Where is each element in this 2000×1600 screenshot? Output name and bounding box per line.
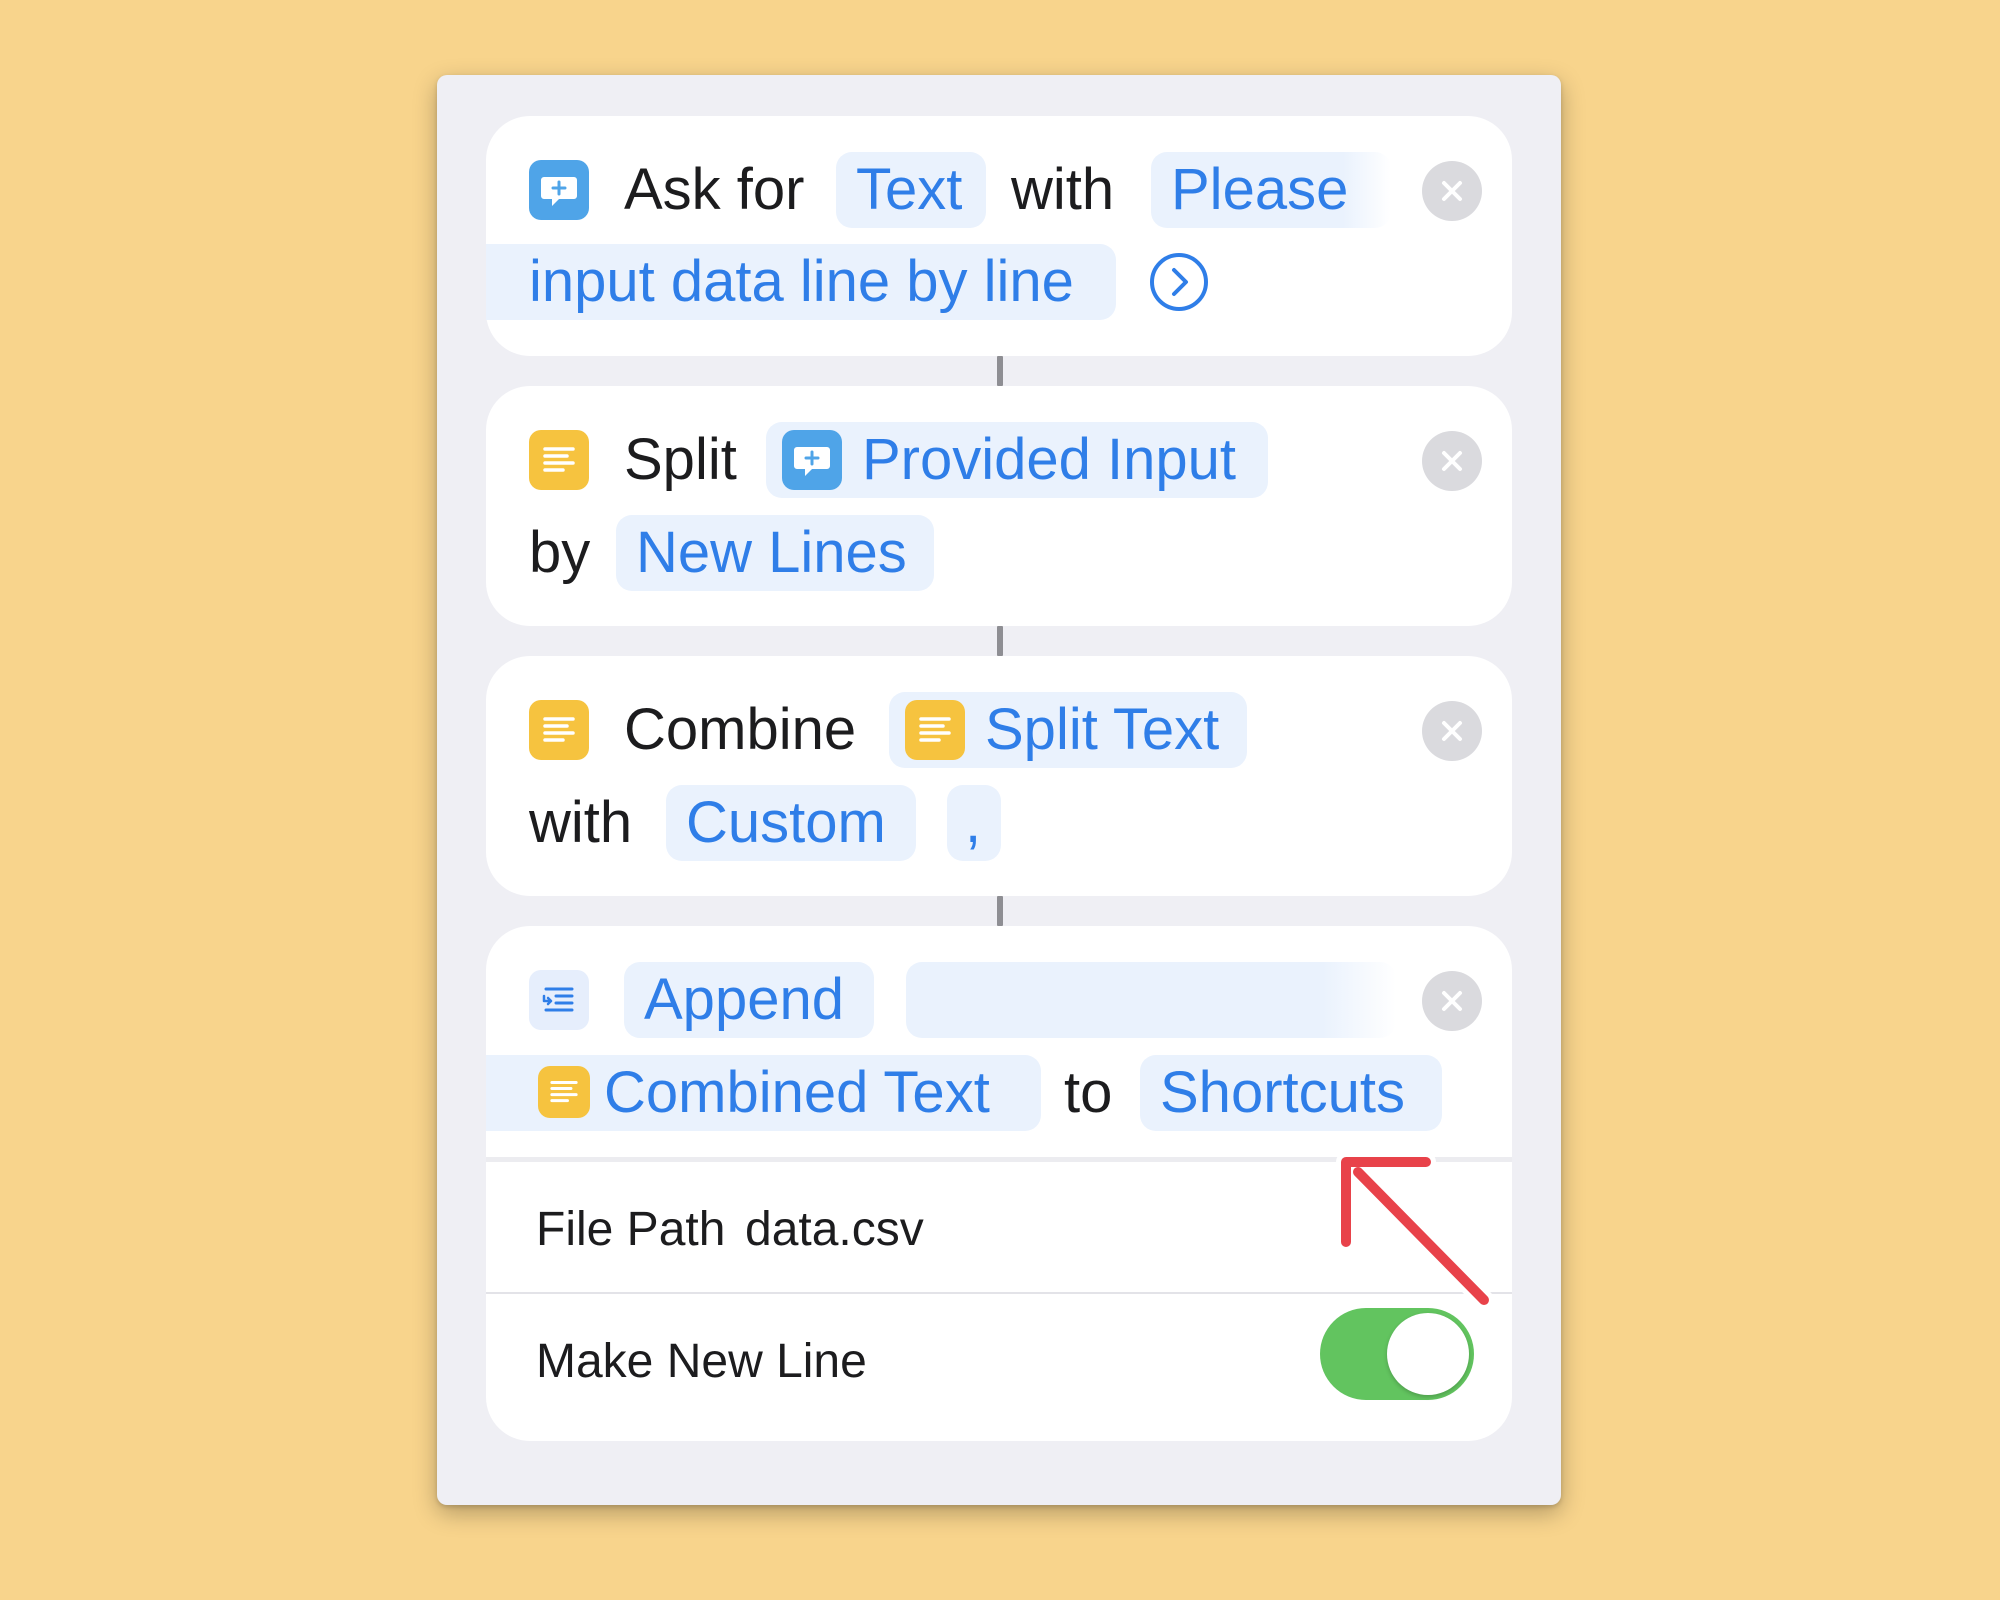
make-new-line-row: Make New Line xyxy=(486,1294,1512,1441)
prompt-token-line2[interactable]: input data line by line xyxy=(486,244,1116,320)
flow-connector xyxy=(997,896,1003,926)
speech-bubble-plus-icon xyxy=(782,430,842,490)
file-path-value[interactable]: data.csv xyxy=(745,1202,924,1257)
text-lines-icon xyxy=(529,700,589,760)
separator-token[interactable]: New Lines xyxy=(616,515,934,591)
combine-mode-token[interactable]: Custom xyxy=(666,785,916,861)
file-path-label: File Path xyxy=(536,1203,726,1256)
make-new-line-label: Make New Line xyxy=(536,1335,867,1388)
append-input-token[interactable]: Combined Text xyxy=(486,1055,1041,1131)
ask-for-input-action[interactable]: Ask for Text with Please input data line… xyxy=(486,116,1512,356)
remove-action-button[interactable] xyxy=(1422,971,1482,1031)
close-icon xyxy=(1442,451,1462,471)
expand-options-button[interactable] xyxy=(1149,252,1209,312)
to-label: to xyxy=(1064,1060,1113,1125)
toggle-knob xyxy=(1387,1313,1469,1395)
flow-connector xyxy=(997,626,1003,656)
close-icon xyxy=(1442,991,1462,1011)
combine-text-action[interactable]: Combine Split Text with Custom , xyxy=(486,656,1512,896)
append-mode-token[interactable]: Append xyxy=(624,962,874,1038)
chevron-right-circle-icon xyxy=(1150,253,1208,311)
by-label: by xyxy=(529,520,591,585)
remove-action-button[interactable] xyxy=(1422,161,1482,221)
remove-action-button[interactable] xyxy=(1422,431,1482,491)
combine-input-token[interactable]: Split Text xyxy=(889,692,1247,768)
flow-connector xyxy=(997,356,1003,386)
annotation-arrow-icon xyxy=(1336,1152,1494,1310)
ask-for-label: Ask for xyxy=(624,157,805,222)
with-label: with xyxy=(1011,157,1115,222)
text-lines-icon xyxy=(538,1066,590,1118)
combine-label: Combine xyxy=(624,697,857,762)
speech-bubble-plus-icon xyxy=(529,160,589,220)
append-text-icon xyxy=(529,970,589,1030)
split-label: Split xyxy=(624,427,737,492)
prompt-token-line1[interactable]: Please xyxy=(1151,152,1391,228)
input-type-token[interactable]: Text xyxy=(836,152,986,228)
destination-token[interactable]: Shortcuts xyxy=(1140,1055,1442,1131)
split-input-token[interactable]: Provided Input xyxy=(766,422,1268,498)
custom-separator-token[interactable]: , xyxy=(947,785,1001,861)
text-lines-icon xyxy=(529,430,589,490)
remove-action-button[interactable] xyxy=(1422,701,1482,761)
split-text-action[interactable]: Split Provided Input by New Lines xyxy=(486,386,1512,626)
make-new-line-toggle[interactable] xyxy=(1320,1308,1474,1400)
with-label: with xyxy=(529,790,633,855)
text-lines-icon xyxy=(905,700,965,760)
close-icon xyxy=(1442,181,1462,201)
close-icon xyxy=(1442,721,1462,741)
empty-text-token[interactable] xyxy=(906,962,1396,1038)
